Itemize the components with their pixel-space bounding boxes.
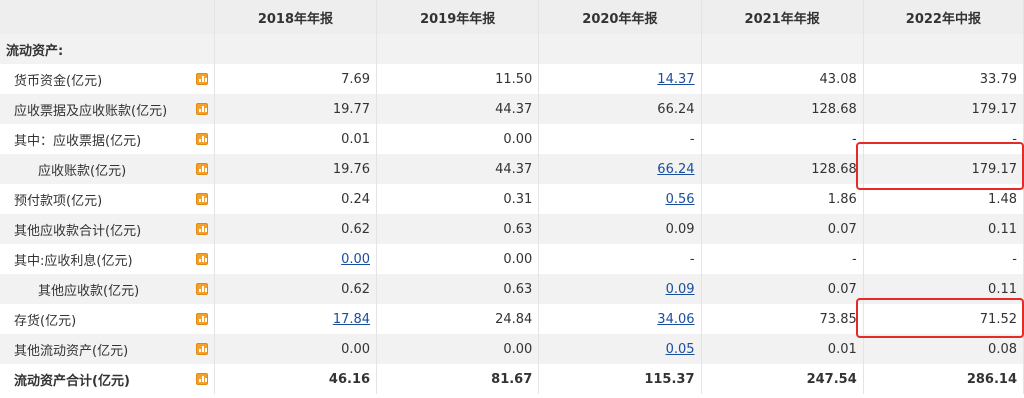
value-cell: 115.37 <box>538 364 702 394</box>
value-cell: 33.79 <box>863 64 1024 94</box>
table-row: 其他应收款(亿元) 0.62 0.63 0.09 0.07 0.11 <box>0 274 1024 304</box>
column-header: 2020年年报 <box>538 0 702 34</box>
value-cell: 7.69 <box>214 64 378 94</box>
value-cell: 43.08 <box>701 64 864 94</box>
value-cell: 1.48 <box>863 184 1024 214</box>
value-cell: 71.52 <box>863 304 1024 334</box>
column-header: 2019年年报 <box>376 0 540 34</box>
value-cell: 0.62 <box>214 214 378 244</box>
value-cell: - <box>863 244 1024 274</box>
row-label: 预付款项(亿元) <box>14 193 103 209</box>
header-row: 2018年年报 2019年年报 2020年年报 2021年年报 2022年中报 <box>0 0 1024 34</box>
value-cell: 179.17 <box>863 94 1024 124</box>
balance-sheet-table: 2018年年报 2019年年报 2020年年报 2021年年报 2022年中报 … <box>0 0 1024 394</box>
value-cell: 44.37 <box>376 154 540 184</box>
table-row: 货币资金(亿元) 7.69 11.50 14.37 43.08 33.79 <box>0 64 1024 94</box>
value-cell: 24.84 <box>376 304 540 334</box>
value-cell: 46.16 <box>214 364 378 394</box>
table-row: 其他应收款合计(亿元) 0.62 0.63 0.09 0.07 0.11 <box>0 214 1024 244</box>
row-label: 货币资金(亿元) <box>14 73 103 89</box>
value-cell: 0.07 <box>701 214 864 244</box>
value-cell: 0.63 <box>376 214 540 244</box>
value-cell: 0.63 <box>376 274 540 304</box>
value-cell: 247.54 <box>701 364 864 394</box>
row-label: 其中:应收利息(亿元) <box>14 253 133 269</box>
bar-chart-icon[interactable] <box>195 103 208 115</box>
value-cell: 19.76 <box>214 154 378 184</box>
value-cell: 0.01 <box>701 334 864 364</box>
table-row: 其中：应收票据(亿元) 0.01 0.00 - - - <box>0 124 1024 154</box>
value-link[interactable]: 0.56 <box>666 192 695 207</box>
value-cell: 0.08 <box>863 334 1024 364</box>
value-cell: 286.14 <box>863 364 1024 394</box>
value-cell: 179.17 <box>863 154 1024 184</box>
value-cell: - <box>701 244 864 274</box>
total-row: 流动资产合计(亿元) 46.16 81.67 115.37 247.54 286… <box>0 364 1024 394</box>
bar-chart-icon[interactable] <box>195 253 208 265</box>
value-cell: 0.00 <box>214 334 378 364</box>
bar-chart-icon[interactable] <box>195 373 208 385</box>
value-cell: - <box>538 124 702 154</box>
bar-chart-icon[interactable] <box>195 133 208 145</box>
value-cell: 0.00 <box>376 334 540 364</box>
value-link[interactable]: 0.00 <box>341 252 370 267</box>
column-header: 2022年中报 <box>863 0 1024 34</box>
table-row: 其他流动资产(亿元) 0.00 0.00 0.05 0.01 0.08 <box>0 334 1024 364</box>
value-cell: 0.09 <box>538 214 702 244</box>
value-link[interactable]: 34.06 <box>657 312 694 327</box>
value-cell: 0.11 <box>863 274 1024 304</box>
value-cell: 81.67 <box>376 364 540 394</box>
bar-chart-icon[interactable] <box>195 343 208 355</box>
bar-chart-icon[interactable] <box>195 223 208 235</box>
row-label: 其他流动资产(亿元) <box>14 343 129 359</box>
value-cell: - <box>863 124 1024 154</box>
header-label-cell <box>0 0 215 34</box>
bar-chart-icon[interactable] <box>195 163 208 175</box>
value-cell: 0.01 <box>214 124 378 154</box>
bar-chart-icon[interactable] <box>195 283 208 295</box>
value-link[interactable]: 0.09 <box>666 282 695 297</box>
table-row: 应收票据及应收账款(亿元) 19.77 44.37 66.24 128.68 1… <box>0 94 1024 124</box>
bar-chart-icon[interactable] <box>195 313 208 325</box>
row-label: 应收票据及应收账款(亿元) <box>14 103 168 119</box>
section-row: 流动资产: <box>0 34 1024 64</box>
value-cell: 0.31 <box>376 184 540 214</box>
row-label: 其他应收款合计(亿元) <box>14 223 142 239</box>
row-label: 其他应收款(亿元) <box>38 283 140 299</box>
value-cell: 19.77 <box>214 94 378 124</box>
value-cell: - <box>701 124 864 154</box>
value-cell: 0.11 <box>863 214 1024 244</box>
value-cell: 66.24 <box>538 94 702 124</box>
value-cell: 44.37 <box>376 94 540 124</box>
table-row: 其中:应收利息(亿元) 0.00 0.00 - - - <box>0 244 1024 274</box>
bar-chart-icon[interactable] <box>195 73 208 85</box>
value-cell: 128.68 <box>701 154 864 184</box>
value-cell: 0.24 <box>214 184 378 214</box>
column-header: 2021年年报 <box>701 0 864 34</box>
value-cell: 11.50 <box>376 64 540 94</box>
value-cell: 0.00 <box>376 244 540 274</box>
value-link[interactable]: 66.24 <box>657 162 694 177</box>
row-label: 存货(亿元) <box>14 313 77 329</box>
value-link[interactable]: 17.84 <box>333 312 370 327</box>
row-label: 其中：应收票据(亿元) <box>14 133 142 149</box>
value-cell: 1.86 <box>701 184 864 214</box>
table-row: 存货(亿元) 17.84 24.84 34.06 73.85 71.52 <box>0 304 1024 334</box>
value-link[interactable]: 14.37 <box>657 72 694 87</box>
bar-chart-icon[interactable] <box>195 193 208 205</box>
value-cell: 128.68 <box>701 94 864 124</box>
table-row: 应收账款(亿元) 19.76 44.37 66.24 128.68 179.17 <box>0 154 1024 184</box>
value-link[interactable]: 0.05 <box>666 342 695 357</box>
value-cell: 0.07 <box>701 274 864 304</box>
column-header: 2018年年报 <box>214 0 378 34</box>
row-label: 流动资产合计(亿元) <box>14 373 130 389</box>
section-title: 流动资产: <box>0 34 215 64</box>
value-cell: 0.00 <box>376 124 540 154</box>
value-cell: - <box>538 244 702 274</box>
table-row: 预付款项(亿元) 0.24 0.31 0.56 1.86 1.48 <box>0 184 1024 214</box>
row-label: 应收账款(亿元) <box>38 163 127 179</box>
value-cell: 0.62 <box>214 274 378 304</box>
value-cell: 73.85 <box>701 304 864 334</box>
